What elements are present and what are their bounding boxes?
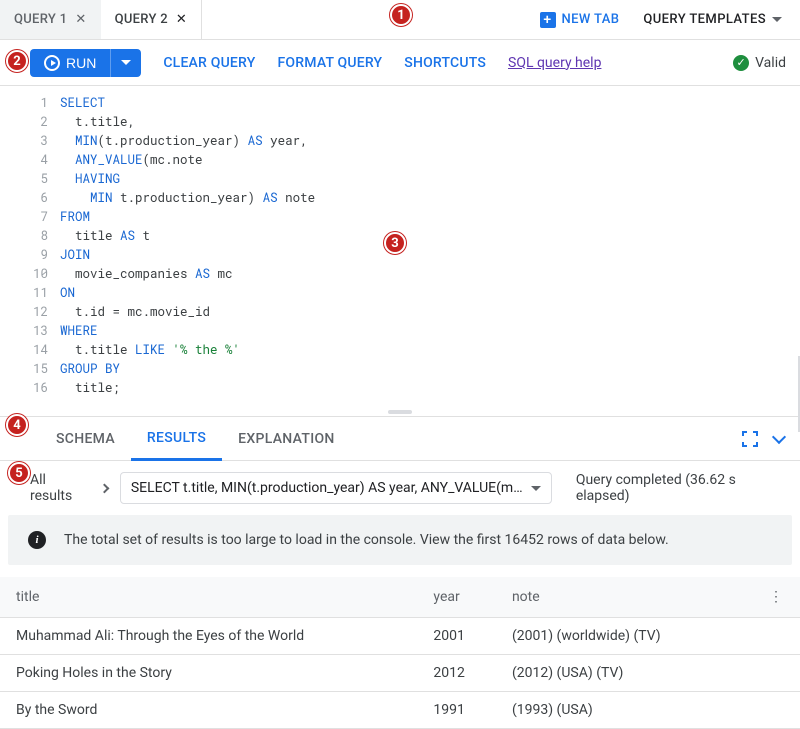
new-tab-label: NEW TAB (562, 12, 620, 27)
query-summary-text: SELECT t.title, MIN(t.production_year) A… (131, 480, 523, 496)
sql-help-link[interactable]: SQL query help (508, 55, 601, 71)
clear-query-button[interactable]: CLEAR QUERY (163, 55, 255, 71)
cell-note: (2012) (USA) (TV) (496, 655, 753, 692)
templates-label: QUERY TEMPLATES (643, 12, 766, 27)
tab-explanation[interactable]: EXPLANATION (222, 417, 351, 460)
query-status: Query completed (36.62 s elapsed) (576, 472, 784, 504)
play-icon (44, 55, 60, 71)
cell-title: Poking Holes in the Story (0, 655, 417, 692)
cell-year: 2012 (417, 655, 496, 692)
sql-editor[interactable]: 1 2 3 4 5 6 7 8 9 10 11 12 13 14 15 16 S… (0, 86, 800, 417)
column-header-year[interactable]: year (417, 577, 496, 618)
close-icon[interactable]: ✕ (75, 12, 86, 27)
chevron-down-icon (772, 17, 782, 22)
cell-year: 1991 (417, 692, 496, 729)
fullscreen-icon[interactable] (742, 431, 758, 447)
chevron-down-icon (531, 486, 541, 491)
banner-text: The total set of results is too large to… (64, 532, 669, 548)
resize-handle[interactable] (388, 410, 412, 414)
results-info-banner: i The total set of results is too large … (8, 515, 792, 565)
close-icon[interactable]: ✕ (176, 12, 187, 27)
cell-title: By the Sword (0, 692, 417, 729)
chevron-down-icon (121, 60, 131, 65)
table-row[interactable]: Poking Holes in the Story2012(2012) (USA… (0, 655, 800, 692)
results-tab-bar: SCHEMA RESULTS EXPLANATION (0, 417, 800, 461)
code-content[interactable]: SELECT t.title, MIN(t.production_year) A… (60, 94, 800, 398)
all-results-link[interactable]: All results (30, 472, 89, 504)
tab-schema[interactable]: SCHEMA (40, 417, 131, 460)
new-tab-button[interactable]: + NEW TAB (530, 12, 630, 28)
column-header-note[interactable]: note (496, 577, 753, 618)
tab-label: QUERY 2 (115, 12, 168, 27)
run-label: RUN (66, 55, 96, 71)
info-icon: i (28, 531, 46, 549)
cell-year: 2001 (417, 618, 496, 655)
column-header-title[interactable]: title (0, 577, 417, 618)
tab-bar: QUERY 1 ✕ QUERY 2 ✕ + NEW TAB QUERY TEMP… (0, 0, 800, 40)
table-row[interactable]: Muhammad Ali: Through the Eyes of the Wo… (0, 618, 800, 655)
plus-icon: + (540, 12, 556, 28)
table-options-menu[interactable]: ⋮ (753, 577, 800, 618)
check-circle-icon: ✓ (733, 55, 749, 71)
collapse-panel-icon[interactable] (772, 429, 786, 443)
format-query-button[interactable]: FORMAT QUERY (277, 55, 382, 71)
tab-label: QUERY 1 (14, 12, 67, 27)
table-row[interactable]: By the Sword1991(1993) (USA) (0, 692, 800, 729)
query-tab-2[interactable]: QUERY 2 ✕ (101, 0, 203, 39)
results-breadcrumb: All results SELECT t.title, MIN(t.produc… (0, 461, 800, 515)
cell-note: (1993) (USA) (496, 692, 753, 729)
valid-label: Valid (755, 55, 786, 71)
line-gutter: 1 2 3 4 5 6 7 8 9 10 11 12 13 14 15 16 (0, 94, 60, 398)
query-summary-dropdown[interactable]: SELECT t.title, MIN(t.production_year) A… (120, 472, 552, 504)
chevron-right-icon (100, 483, 110, 493)
run-options-dropdown[interactable] (110, 49, 141, 77)
run-button-group: RUN (30, 49, 141, 77)
action-bar: RUN CLEAR QUERY FORMAT QUERY SHORTCUTS S… (0, 40, 800, 86)
validation-badge: ✓ Valid (733, 55, 786, 71)
table-header-row: title year note ⋮ (0, 577, 800, 618)
shortcuts-button[interactable]: SHORTCUTS (404, 55, 486, 71)
cell-title: Muhammad Ali: Through the Eyes of the Wo… (0, 618, 417, 655)
tab-results[interactable]: RESULTS (131, 418, 222, 461)
run-button[interactable]: RUN (30, 49, 110, 77)
cell-note: (2001) (worldwide) (TV) (496, 618, 753, 655)
results-table: title year note ⋮ Muhammad Ali: Through … (0, 577, 800, 729)
query-tab-1[interactable]: QUERY 1 ✕ (0, 0, 101, 39)
query-templates-dropdown[interactable]: QUERY TEMPLATES (629, 12, 788, 27)
